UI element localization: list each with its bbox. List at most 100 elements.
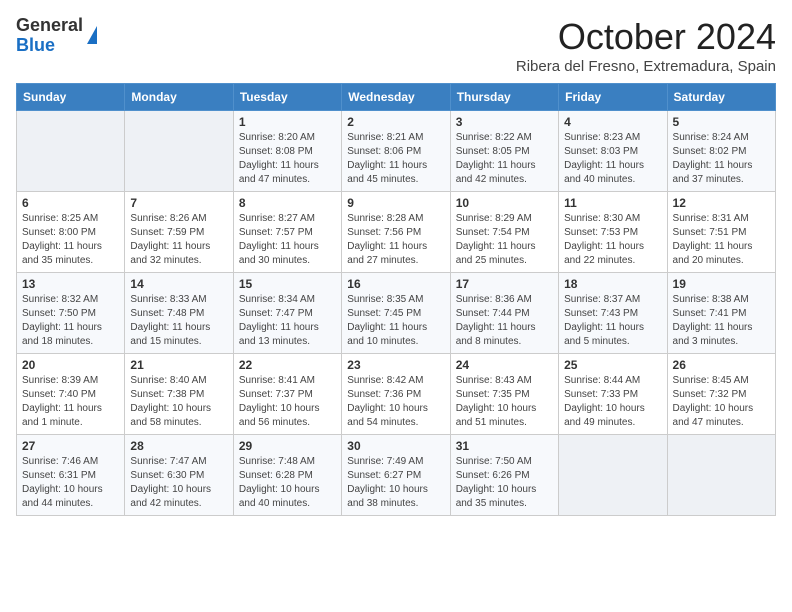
calendar-cell: 18Sunrise: 8:37 AM Sunset: 7:43 PM Dayli… bbox=[559, 273, 667, 354]
day-number: 21 bbox=[130, 358, 227, 372]
weekday-header-saturday: Saturday bbox=[667, 84, 775, 111]
weekday-header-tuesday: Tuesday bbox=[233, 84, 341, 111]
day-number: 23 bbox=[347, 358, 444, 372]
day-number: 6 bbox=[22, 196, 119, 210]
day-info: Sunrise: 8:20 AM Sunset: 8:08 PM Dayligh… bbox=[239, 131, 336, 187]
day-number: 17 bbox=[456, 277, 553, 291]
calendar-cell: 6 Sunrise: 8:25 AM Sunset: 8:00 PM Daylig… bbox=[17, 192, 125, 273]
day-number: 24 bbox=[456, 358, 553, 372]
calendar-cell: 17 Sunrise: 8:36 AM Sunset: 7:44 PM Dayli… bbox=[450, 273, 558, 354]
day-number: 13 bbox=[22, 277, 119, 291]
day-info: Sunrise: 8:39 AM Sunset: 7:40 PM Dayligh… bbox=[22, 374, 119, 430]
logo-triangle-icon bbox=[87, 26, 97, 44]
weekday-header-sunday: Sunday bbox=[17, 84, 125, 111]
calendar-cell: 20Sunrise: 8:39 AM Sunset: 7:40 PM Dayli… bbox=[17, 354, 125, 435]
calendar-cell: 11 Sunrise: 8:30 AM Sunset: 7:53 PM Dayli… bbox=[559, 192, 667, 273]
day-number: 26 bbox=[673, 358, 770, 372]
day-number: 4 bbox=[564, 115, 661, 129]
calendar-cell bbox=[667, 435, 775, 516]
calendar-cell: 29 Sunrise: 7:48 AM Sunset: 6:28 PM Dayli… bbox=[233, 435, 341, 516]
day-number: 25 bbox=[564, 358, 661, 372]
day-number: 30 bbox=[347, 439, 444, 453]
calendar-cell: 21 Sunrise: 8:40 AM Sunset: 7:38 PM Dayli… bbox=[125, 354, 233, 435]
calendar-cell: 22 Sunrise: 8:41 AM Sunset: 7:37 PM Dayli… bbox=[233, 354, 341, 435]
calendar-cell: 16 Sunrise: 8:35 AM Sunset: 7:45 PM Dayli… bbox=[342, 273, 450, 354]
day-number: 29 bbox=[239, 439, 336, 453]
day-number: 3 bbox=[456, 115, 553, 129]
calendar-cell: 8Sunrise: 8:27 AM Sunset: 7:57 PM Daylig… bbox=[233, 192, 341, 273]
day-number: 8 bbox=[239, 196, 336, 210]
day-info: Sunrise: 8:23 AM Sunset: 8:03 PM Dayligh… bbox=[564, 131, 661, 187]
calendar-cell: 30Sunrise: 7:49 AM Sunset: 6:27 PM Dayli… bbox=[342, 435, 450, 516]
weekday-header-thursday: Thursday bbox=[450, 84, 558, 111]
day-info: Sunrise: 8:33 AM Sunset: 7:48 PM Dayligh… bbox=[130, 293, 227, 349]
day-number: 31 bbox=[456, 439, 553, 453]
day-number: 16 bbox=[347, 277, 444, 291]
calendar-cell: 15 Sunrise: 8:34 AM Sunset: 7:47 PM Dayli… bbox=[233, 273, 341, 354]
day-info: Sunrise: 8:41 AM Sunset: 7:37 PM Dayligh… bbox=[239, 374, 336, 430]
day-info: Sunrise: 7:50 AM Sunset: 6:26 PM Dayligh… bbox=[456, 455, 553, 511]
weekday-header-wednesday: Wednesday bbox=[342, 84, 450, 111]
day-number: 1 bbox=[239, 115, 336, 129]
day-info: Sunrise: 8:32 AM Sunset: 7:50 PM Dayligh… bbox=[22, 293, 119, 349]
day-number: 12 bbox=[673, 196, 770, 210]
logo-text: General Blue bbox=[16, 16, 83, 56]
calendar-cell: 28Sunrise: 7:47 AM Sunset: 6:30 PM Dayli… bbox=[125, 435, 233, 516]
calendar-cell bbox=[17, 111, 125, 192]
day-info: Sunrise: 8:25 AM Sunset: 8:00 PM Dayligh… bbox=[22, 212, 119, 268]
calendar-cell: 26 Sunrise: 8:45 AM Sunset: 7:32 PM Dayli… bbox=[667, 354, 775, 435]
day-number: 22 bbox=[239, 358, 336, 372]
calendar-cell: 24 Sunrise: 8:43 AM Sunset: 7:35 PM Dayli… bbox=[450, 354, 558, 435]
day-info: Sunrise: 8:43 AM Sunset: 7:35 PM Dayligh… bbox=[456, 374, 553, 430]
calendar-cell: 19Sunrise: 8:38 AM Sunset: 7:41 PM Dayli… bbox=[667, 273, 775, 354]
day-info: Sunrise: 8:45 AM Sunset: 7:32 PM Dayligh… bbox=[673, 374, 770, 430]
day-number: 7 bbox=[130, 196, 227, 210]
calendar-cell: 31 Sunrise: 7:50 AM Sunset: 6:26 PM Dayli… bbox=[450, 435, 558, 516]
calendar-cell: 9 Sunrise: 8:28 AM Sunset: 7:56 PM Daylig… bbox=[342, 192, 450, 273]
day-info: Sunrise: 7:46 AM Sunset: 6:31 PM Dayligh… bbox=[22, 455, 119, 511]
logo: General Blue bbox=[16, 16, 97, 56]
calendar-cell: 4 Sunrise: 8:23 AM Sunset: 8:03 PM Daylig… bbox=[559, 111, 667, 192]
day-number: 19 bbox=[673, 277, 770, 291]
day-number: 11 bbox=[564, 196, 661, 210]
location-subtitle: Ribera del Fresno, Extremadura, Spain bbox=[516, 58, 776, 75]
page-header: General Blue October 2024 Ribera del Fre… bbox=[16, 16, 776, 75]
calendar-cell: 27 Sunrise: 7:46 AM Sunset: 6:31 PM Dayli… bbox=[17, 435, 125, 516]
day-number: 2 bbox=[347, 115, 444, 129]
day-info: Sunrise: 8:35 AM Sunset: 7:45 PM Dayligh… bbox=[347, 293, 444, 349]
day-info: Sunrise: 8:44 AM Sunset: 7:33 PM Dayligh… bbox=[564, 374, 661, 430]
day-number: 15 bbox=[239, 277, 336, 291]
day-info: Sunrise: 8:24 AM Sunset: 8:02 PM Dayligh… bbox=[673, 131, 770, 187]
day-number: 14 bbox=[130, 277, 227, 291]
weekday-header-monday: Monday bbox=[125, 84, 233, 111]
day-info: Sunrise: 8:22 AM Sunset: 8:05 PM Dayligh… bbox=[456, 131, 553, 187]
day-number: 27 bbox=[22, 439, 119, 453]
day-info: Sunrise: 8:21 AM Sunset: 8:06 PM Dayligh… bbox=[347, 131, 444, 187]
calendar-cell: 7Sunrise: 8:26 AM Sunset: 7:59 PM Daylig… bbox=[125, 192, 233, 273]
logo-blue: Blue bbox=[16, 36, 83, 56]
day-number: 18 bbox=[564, 277, 661, 291]
weekday-header-friday: Friday bbox=[559, 84, 667, 111]
day-info: Sunrise: 8:40 AM Sunset: 7:38 PM Dayligh… bbox=[130, 374, 227, 430]
day-info: Sunrise: 8:28 AM Sunset: 7:56 PM Dayligh… bbox=[347, 212, 444, 268]
day-info: Sunrise: 8:34 AM Sunset: 7:47 PM Dayligh… bbox=[239, 293, 336, 349]
calendar-cell bbox=[125, 111, 233, 192]
day-number: 9 bbox=[347, 196, 444, 210]
calendar-cell: 5Sunrise: 8:24 AM Sunset: 8:02 PM Daylig… bbox=[667, 111, 775, 192]
calendar-cell: 3 Sunrise: 8:22 AM Sunset: 8:05 PM Daylig… bbox=[450, 111, 558, 192]
calendar-cell: 1 Sunrise: 8:20 AM Sunset: 8:08 PM Daylig… bbox=[233, 111, 341, 192]
day-info: Sunrise: 7:48 AM Sunset: 6:28 PM Dayligh… bbox=[239, 455, 336, 511]
day-info: Sunrise: 8:30 AM Sunset: 7:53 PM Dayligh… bbox=[564, 212, 661, 268]
calendar-table: SundayMondayTuesdayWednesdayThursdayFrid… bbox=[16, 83, 776, 516]
calendar-cell bbox=[559, 435, 667, 516]
day-number: 10 bbox=[456, 196, 553, 210]
calendar-cell: 12 Sunrise: 8:31 AM Sunset: 7:51 PM Dayli… bbox=[667, 192, 775, 273]
calendar-cell: 13 Sunrise: 8:32 AM Sunset: 7:50 PM Dayli… bbox=[17, 273, 125, 354]
day-info: Sunrise: 8:42 AM Sunset: 7:36 PM Dayligh… bbox=[347, 374, 444, 430]
calendar-cell: 14 Sunrise: 8:33 AM Sunset: 7:48 PM Dayli… bbox=[125, 273, 233, 354]
month-title: October 2024 bbox=[516, 16, 776, 58]
day-info: Sunrise: 8:36 AM Sunset: 7:44 PM Dayligh… bbox=[456, 293, 553, 349]
day-info: Sunrise: 8:31 AM Sunset: 7:51 PM Dayligh… bbox=[673, 212, 770, 268]
calendar-cell: 23 Sunrise: 8:42 AM Sunset: 7:36 PM Dayli… bbox=[342, 354, 450, 435]
calendar-cell: 10Sunrise: 8:29 AM Sunset: 7:54 PM Dayli… bbox=[450, 192, 558, 273]
